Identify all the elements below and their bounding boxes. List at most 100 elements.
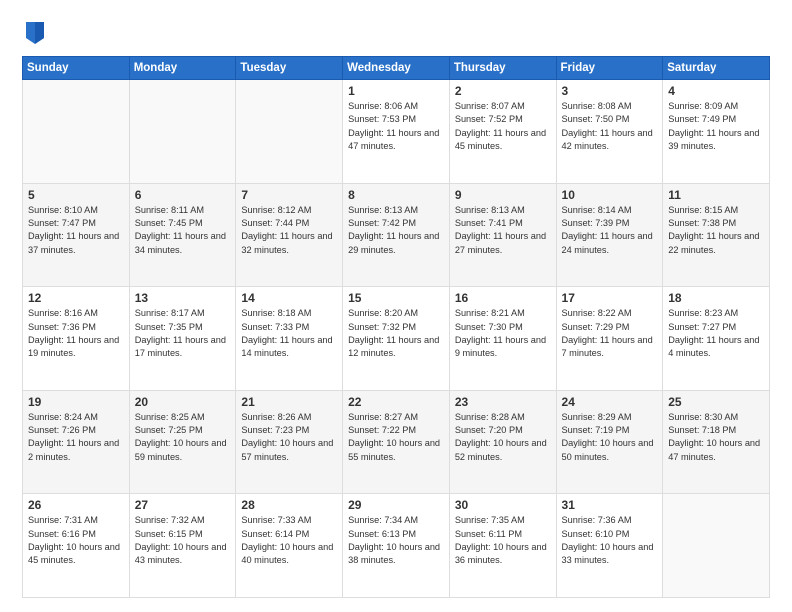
calendar-cell: 2Sunrise: 8:07 AM Sunset: 7:52 PM Daylig… <box>449 80 556 184</box>
day-info: Sunrise: 8:28 AM Sunset: 7:20 PM Dayligh… <box>455 411 552 464</box>
calendar-cell: 31 Sunrise: 7:36 AM Sunset: 6:10 PM Dayli… <box>556 494 663 598</box>
day-info: Sunrise: 8:20 AM Sunset: 7:32 PM Dayligh… <box>348 307 445 360</box>
calendar-cell: 6 Sunrise: 8:11 AM Sunset: 7:45 PM Daylig… <box>129 183 236 287</box>
day-number: 22 <box>348 395 445 409</box>
day-info: Sunrise: 7:36 AM Sunset: 6:10 PM Dayligh… <box>562 514 659 567</box>
day-number: 8 <box>348 188 445 202</box>
day-info: Sunrise: 8:16 AM Sunset: 7:36 PM Dayligh… <box>28 307 125 360</box>
calendar-cell <box>663 494 770 598</box>
day-info: Sunrise: 8:12 AM Sunset: 7:44 PM Dayligh… <box>241 204 338 257</box>
day-number: 13 <box>135 291 232 305</box>
calendar-cell: 15 Sunrise: 8:20 AM Sunset: 7:32 PM Dayli… <box>343 287 450 391</box>
day-info: Sunrise: 7:33 AM Sunset: 6:14 PM Dayligh… <box>241 514 338 567</box>
day-info: Sunrise: 8:11 AM Sunset: 7:45 PM Dayligh… <box>135 204 232 257</box>
day-info: Sunrise: 8:13 AM Sunset: 7:41 PM Dayligh… <box>455 204 552 257</box>
calendar-cell: 9 Sunrise: 8:13 AM Sunset: 7:41 PM Daylig… <box>449 183 556 287</box>
day-info: Sunrise: 8:29 AM Sunset: 7:19 PM Dayligh… <box>562 411 659 464</box>
day-number: 19 <box>28 395 125 409</box>
day-number: 30 <box>455 498 552 512</box>
week-row-2: 5Sunrise: 8:10 AM Sunset: 7:47 PM Daylig… <box>23 183 770 287</box>
day-info: Sunrise: 8:25 AM Sunset: 7:25 PM Dayligh… <box>135 411 232 464</box>
calendar-cell: 5Sunrise: 8:10 AM Sunset: 7:47 PM Daylig… <box>23 183 130 287</box>
calendar-cell <box>23 80 130 184</box>
calendar-cell: 18 Sunrise: 8:23 AM Sunset: 7:27 PM Dayli… <box>663 287 770 391</box>
day-number: 16 <box>455 291 552 305</box>
day-number: 5 <box>28 188 125 202</box>
day-info: Sunrise: 8:27 AM Sunset: 7:22 PM Dayligh… <box>348 411 445 464</box>
calendar-cell: 21Sunrise: 8:26 AM Sunset: 7:23 PM Dayli… <box>236 390 343 494</box>
day-number: 26 <box>28 498 125 512</box>
day-info: Sunrise: 7:34 AM Sunset: 6:13 PM Dayligh… <box>348 514 445 567</box>
day-info: Sunrise: 8:13 AM Sunset: 7:42 PM Dayligh… <box>348 204 445 257</box>
day-info: Sunrise: 8:24 AM Sunset: 7:26 PM Dayligh… <box>28 411 125 464</box>
day-number: 24 <box>562 395 659 409</box>
day-info: Sunrise: 8:14 AM Sunset: 7:39 PM Dayligh… <box>562 204 659 257</box>
calendar-cell: 11Sunrise: 8:15 AM Sunset: 7:38 PM Dayli… <box>663 183 770 287</box>
day-info: Sunrise: 7:35 AM Sunset: 6:11 PM Dayligh… <box>455 514 552 567</box>
calendar-cell: 12 Sunrise: 8:16 AM Sunset: 7:36 PM Dayli… <box>23 287 130 391</box>
calendar-cell: 30 Sunrise: 7:35 AM Sunset: 6:11 PM Dayli… <box>449 494 556 598</box>
calendar-cell <box>236 80 343 184</box>
header <box>22 18 770 46</box>
day-info: Sunrise: 8:09 AM Sunset: 7:49 PM Dayligh… <box>668 100 765 153</box>
day-number: 12 <box>28 291 125 305</box>
week-row-3: 12 Sunrise: 8:16 AM Sunset: 7:36 PM Dayli… <box>23 287 770 391</box>
day-info: Sunrise: 7:31 AM Sunset: 6:16 PM Dayligh… <box>28 514 125 567</box>
day-number: 7 <box>241 188 338 202</box>
calendar-cell: 19 Sunrise: 8:24 AM Sunset: 7:26 PM Dayli… <box>23 390 130 494</box>
day-info: Sunrise: 8:21 AM Sunset: 7:30 PM Dayligh… <box>455 307 552 360</box>
day-number: 25 <box>668 395 765 409</box>
day-number: 9 <box>455 188 552 202</box>
calendar-cell: 23Sunrise: 8:28 AM Sunset: 7:20 PM Dayli… <box>449 390 556 494</box>
day-header-tuesday: Tuesday <box>236 57 343 80</box>
day-number: 31 <box>562 498 659 512</box>
calendar-cell: 29 Sunrise: 7:34 AM Sunset: 6:13 PM Dayli… <box>343 494 450 598</box>
day-number: 27 <box>135 498 232 512</box>
calendar-cell: 10Sunrise: 8:14 AM Sunset: 7:39 PM Dayli… <box>556 183 663 287</box>
day-header-wednesday: Wednesday <box>343 57 450 80</box>
calendar-cell: 3Sunrise: 8:08 AM Sunset: 7:50 PM Daylig… <box>556 80 663 184</box>
day-number: 18 <box>668 291 765 305</box>
calendar-cell: 1Sunrise: 8:06 AM Sunset: 7:53 PM Daylig… <box>343 80 450 184</box>
calendar-header: SundayMondayTuesdayWednesdayThursdayFrid… <box>23 57 770 80</box>
calendar-cell: 7 Sunrise: 8:12 AM Sunset: 7:44 PM Daylig… <box>236 183 343 287</box>
logo-icon <box>24 18 46 46</box>
day-header-friday: Friday <box>556 57 663 80</box>
calendar-cell: 26 Sunrise: 7:31 AM Sunset: 6:16 PM Dayli… <box>23 494 130 598</box>
day-number: 28 <box>241 498 338 512</box>
calendar-cell: 25Sunrise: 8:30 AM Sunset: 7:18 PM Dayli… <box>663 390 770 494</box>
day-info: Sunrise: 8:22 AM Sunset: 7:29 PM Dayligh… <box>562 307 659 360</box>
calendar-cell <box>129 80 236 184</box>
day-number: 15 <box>348 291 445 305</box>
header-row: SundayMondayTuesdayWednesdayThursdayFrid… <box>23 57 770 80</box>
calendar-cell: 22 Sunrise: 8:27 AM Sunset: 7:22 PM Dayli… <box>343 390 450 494</box>
day-info: Sunrise: 8:23 AM Sunset: 7:27 PM Dayligh… <box>668 307 765 360</box>
day-info: Sunrise: 8:18 AM Sunset: 7:33 PM Dayligh… <box>241 307 338 360</box>
calendar-cell: 17 Sunrise: 8:22 AM Sunset: 7:29 PM Dayli… <box>556 287 663 391</box>
calendar-cell: 13 Sunrise: 8:17 AM Sunset: 7:35 PM Dayli… <box>129 287 236 391</box>
calendar-cell: 28 Sunrise: 7:33 AM Sunset: 6:14 PM Dayli… <box>236 494 343 598</box>
day-number: 20 <box>135 395 232 409</box>
calendar-cell: 16 Sunrise: 8:21 AM Sunset: 7:30 PM Dayli… <box>449 287 556 391</box>
day-number: 21 <box>241 395 338 409</box>
calendar-table: SundayMondayTuesdayWednesdayThursdayFrid… <box>22 56 770 598</box>
day-info: Sunrise: 8:15 AM Sunset: 7:38 PM Dayligh… <box>668 204 765 257</box>
day-number: 6 <box>135 188 232 202</box>
calendar-cell: 8 Sunrise: 8:13 AM Sunset: 7:42 PM Daylig… <box>343 183 450 287</box>
calendar-cell: 20 Sunrise: 8:25 AM Sunset: 7:25 PM Dayli… <box>129 390 236 494</box>
page: SundayMondayTuesdayWednesdayThursdayFrid… <box>0 0 792 612</box>
day-header-monday: Monday <box>129 57 236 80</box>
day-info: Sunrise: 8:17 AM Sunset: 7:35 PM Dayligh… <box>135 307 232 360</box>
day-info: Sunrise: 8:06 AM Sunset: 7:53 PM Dayligh… <box>348 100 445 153</box>
day-number: 14 <box>241 291 338 305</box>
calendar-cell: 4 Sunrise: 8:09 AM Sunset: 7:49 PM Daylig… <box>663 80 770 184</box>
day-info: Sunrise: 7:32 AM Sunset: 6:15 PM Dayligh… <box>135 514 232 567</box>
day-number: 29 <box>348 498 445 512</box>
day-number: 3 <box>562 84 659 98</box>
day-number: 17 <box>562 291 659 305</box>
week-row-4: 19 Sunrise: 8:24 AM Sunset: 7:26 PM Dayli… <box>23 390 770 494</box>
week-row-1: 1Sunrise: 8:06 AM Sunset: 7:53 PM Daylig… <box>23 80 770 184</box>
day-number: 4 <box>668 84 765 98</box>
calendar-body: 1Sunrise: 8:06 AM Sunset: 7:53 PM Daylig… <box>23 80 770 598</box>
day-header-saturday: Saturday <box>663 57 770 80</box>
